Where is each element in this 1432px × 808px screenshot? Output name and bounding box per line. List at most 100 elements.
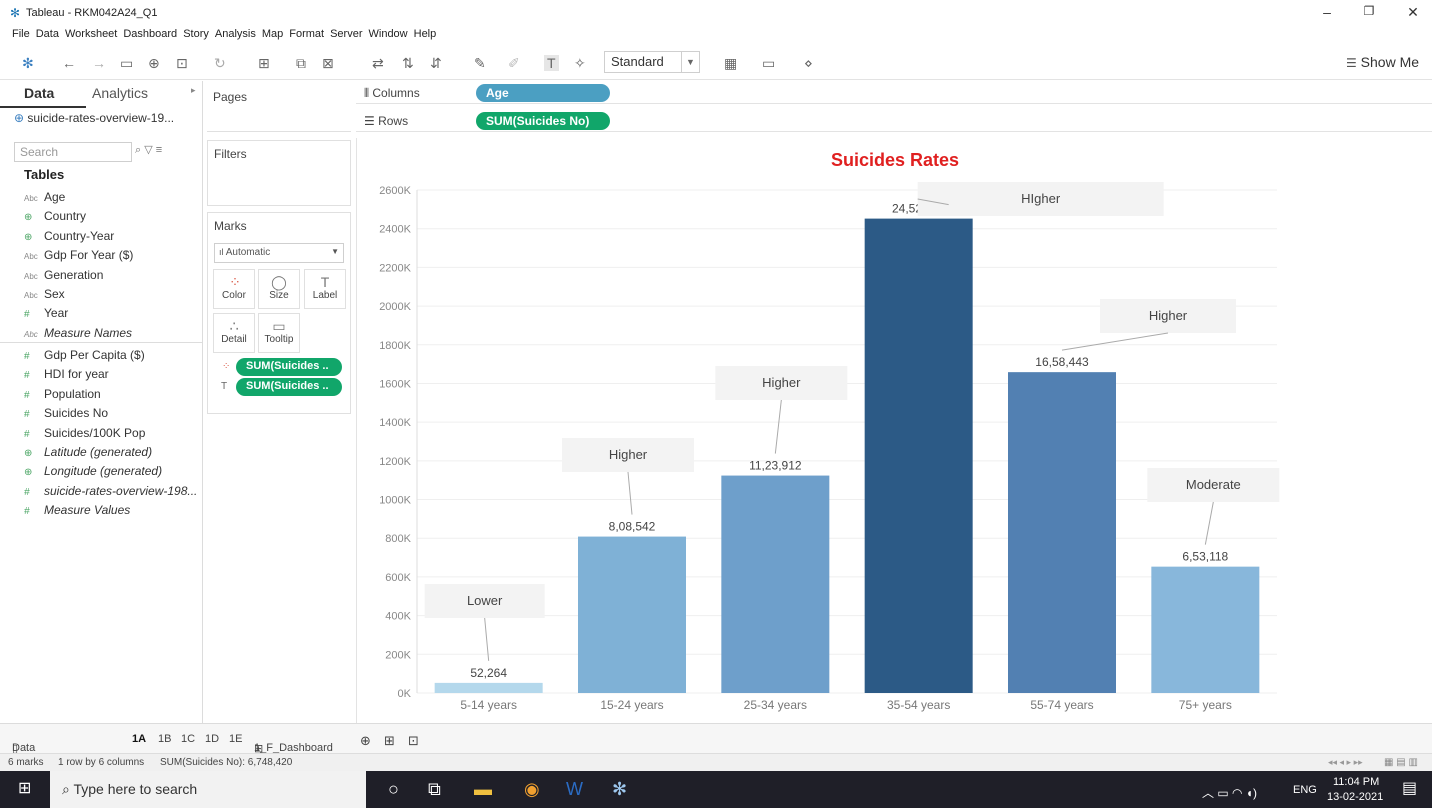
menu-story[interactable]: Story bbox=[180, 26, 212, 42]
word-icon[interactable]: W bbox=[566, 779, 583, 799]
language-indicator[interactable]: ENG bbox=[1293, 784, 1317, 796]
menu-dashboard[interactable]: Dashboard bbox=[120, 26, 180, 42]
tab-analytics[interactable]: Analytics bbox=[92, 85, 148, 101]
show-labels-icon[interactable]: T bbox=[544, 55, 559, 71]
view-mode-icon[interactable]: ▦ ▤ ▥ bbox=[1384, 757, 1418, 768]
menu-server[interactable]: Server bbox=[327, 26, 365, 42]
size-button[interactable]: ◯ Size bbox=[258, 269, 300, 309]
new-dashboard-tab-icon[interactable]: ⊞ bbox=[384, 733, 395, 749]
label-pill-icon: T bbox=[221, 381, 228, 392]
menu-format[interactable]: Format bbox=[286, 26, 327, 42]
field-suicides-no[interactable]: # Suicides No bbox=[24, 406, 108, 420]
new-worksheet-tab-icon[interactable]: ⊕ bbox=[360, 733, 371, 749]
share-icon[interactable]: ⋄ bbox=[804, 55, 813, 71]
pause-updates-icon[interactable]: ⊡ bbox=[176, 55, 188, 71]
sum-suicides-pill[interactable]: SUM(Suicides No) bbox=[476, 112, 610, 130]
fit-value: Standard bbox=[611, 54, 664, 69]
annotation-text: Moderate bbox=[1186, 477, 1241, 492]
sort-desc-icon[interactable]: ⇵ bbox=[430, 55, 442, 71]
label-button[interactable]: T Label bbox=[304, 269, 346, 309]
clear-sheet-icon[interactable]: ⊠ bbox=[322, 55, 334, 71]
age-pill[interactable]: Age bbox=[476, 84, 610, 102]
tab-1c[interactable]: 1C bbox=[181, 733, 195, 745]
cortana-icon[interactable]: ○ bbox=[388, 779, 399, 799]
windows-start-icon[interactable]: ⊞ bbox=[18, 779, 31, 799]
tab-1e[interactable]: 1E bbox=[229, 733, 242, 745]
pin-icon[interactable]: ✧ bbox=[574, 55, 586, 71]
tab-data[interactable]: Data bbox=[24, 85, 54, 101]
menu-map[interactable]: Map bbox=[259, 26, 286, 42]
field-generation[interactable]: Abc Generation bbox=[24, 268, 103, 282]
menu-help[interactable]: Help bbox=[411, 26, 440, 42]
show-me-button[interactable]: ☰ Show Me bbox=[1346, 54, 1419, 70]
detail-button[interactable]: ∴ Detail bbox=[213, 313, 255, 353]
close-icon[interactable]: ✕ bbox=[1398, 4, 1428, 24]
tab-1b[interactable]: 1B bbox=[158, 733, 171, 745]
menu-analysis[interactable]: Analysis bbox=[212, 26, 259, 42]
file-explorer-icon[interactable]: ▬ bbox=[474, 779, 492, 799]
swap-icon[interactable]: ⇄ bbox=[372, 55, 384, 71]
field-label: HDI for year bbox=[44, 367, 109, 382]
menu-data[interactable]: Data bbox=[33, 26, 62, 42]
menu-worksheet[interactable]: Worksheet bbox=[62, 26, 120, 42]
presentation-icon[interactable]: ▭ bbox=[762, 55, 775, 71]
string-icon: Abc bbox=[24, 291, 38, 300]
field-latitude-generated[interactable]: ⊕ Latitude (generated) bbox=[24, 445, 152, 459]
menu-window[interactable]: Window bbox=[366, 26, 411, 42]
field-measure-names[interactable]: Abc Measure Names bbox=[24, 326, 132, 340]
field-population[interactable]: # Population bbox=[24, 387, 101, 401]
field-suicides-100k-pop[interactable]: # Suicides/100K Pop bbox=[24, 426, 145, 440]
highlight-icon[interactable]: ✎ bbox=[474, 55, 486, 71]
field-age[interactable]: Abc Age bbox=[24, 190, 65, 204]
tableau-taskbar-icon[interactable]: ✻ bbox=[612, 779, 627, 799]
show-cards-icon[interactable]: ▦ bbox=[724, 55, 737, 71]
back-icon[interactable]: ← bbox=[62, 55, 76, 71]
tab-1d[interactable]: 1D bbox=[205, 733, 219, 745]
new-datasource-icon[interactable]: ⊕ bbox=[148, 55, 160, 71]
refresh-icon[interactable]: ↻ bbox=[214, 55, 226, 71]
mark-type-dropdown[interactable]: ıl Automatic ▼ bbox=[214, 243, 344, 263]
label-mark-pill[interactable]: SUM(Suicides .. bbox=[236, 378, 342, 396]
pages-card[interactable]: Pages bbox=[207, 84, 351, 132]
field-sex[interactable]: Abc Sex bbox=[24, 287, 65, 301]
field-longitude-generated[interactable]: ⊕ Longitude (generated) bbox=[24, 464, 162, 478]
system-tray-icons[interactable]: ︿ ▭ ◠ ◖) bbox=[1202, 783, 1257, 803]
field-country[interactable]: ⊕ Country bbox=[24, 209, 86, 223]
field-gdp-for-year[interactable]: Abc Gdp For Year ($) bbox=[24, 248, 133, 262]
tab-nav-icon[interactable]: ◂◂ ◂ ▸ ▸▸ bbox=[1328, 757, 1363, 768]
color-mark-pill[interactable]: SUM(Suicides .. bbox=[236, 358, 342, 376]
field-gdp-per-capita[interactable]: # Gdp Per Capita ($) bbox=[24, 348, 145, 362]
notifications-icon[interactable]: ▤ bbox=[1402, 779, 1417, 799]
field-country-year[interactable]: ⊕ Country-Year bbox=[24, 229, 114, 243]
field-hdi-for-year[interactable]: # HDI for year bbox=[24, 367, 109, 381]
duplicate-icon[interactable]: ⧉ bbox=[296, 55, 306, 71]
tab-1a[interactable]: 1A bbox=[132, 733, 146, 745]
minimize-icon[interactable]: – bbox=[1312, 4, 1342, 24]
search-icon[interactable]: ⌕ ▽ ≡ bbox=[135, 143, 162, 157]
tableau-home-icon[interactable]: ✻ bbox=[22, 55, 34, 71]
field-measure-values[interactable]: # Measure Values bbox=[24, 503, 130, 517]
filters-card[interactable]: Filters bbox=[207, 140, 351, 206]
chrome-icon[interactable]: ◉ bbox=[524, 779, 540, 799]
annotation-text: Higher bbox=[762, 375, 801, 390]
forward-icon[interactable]: → bbox=[92, 55, 106, 71]
restore-icon[interactable]: ❐ bbox=[1354, 4, 1384, 24]
menu-file[interactable]: File bbox=[9, 26, 33, 42]
task-view-icon[interactable]: ⧉ bbox=[428, 779, 441, 799]
field-suicide-rates-overview-198[interactable]: # suicide-rates-overview-198... bbox=[24, 484, 197, 498]
search-input[interactable]: Search bbox=[14, 142, 132, 162]
fit-dropdown[interactable]: Standard ▼ bbox=[604, 51, 700, 73]
mark-type-value: Automatic bbox=[225, 247, 271, 258]
taskbar-search[interactable]: ⌕ Type here to search bbox=[50, 771, 366, 808]
tooltip-button[interactable]: ▭ Tooltip bbox=[258, 313, 300, 353]
color-button[interactable]: ⁘ Color bbox=[213, 269, 255, 309]
pane-menu-icon[interactable]: ▸ bbox=[191, 85, 196, 96]
save-icon[interactable]: ▭ bbox=[120, 55, 133, 71]
field-year[interactable]: # Year bbox=[24, 306, 68, 320]
new-worksheet-icon[interactable]: ⊞ bbox=[258, 55, 270, 71]
new-story-tab-icon[interactable]: ⊡ bbox=[408, 733, 419, 749]
string-icon: Abc bbox=[24, 252, 38, 262]
sort-asc-icon[interactable]: ⇅ bbox=[402, 55, 414, 71]
datasource-name[interactable]: ⊕ suicide-rates-overview-19... bbox=[14, 111, 174, 125]
group-icon[interactable]: ✐ bbox=[508, 55, 520, 71]
